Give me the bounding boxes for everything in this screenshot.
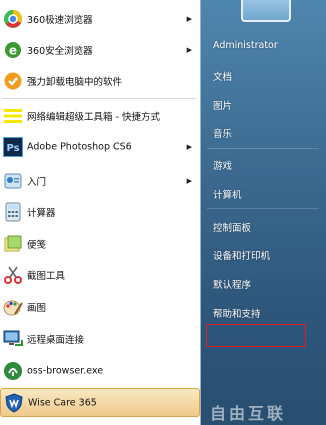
chrome-like-icon xyxy=(3,9,23,29)
toolbox-icon xyxy=(3,106,23,126)
right-item-control-panel[interactable]: 控制面板 xyxy=(213,220,251,234)
getting-started-icon xyxy=(3,171,23,191)
oss-browser-icon xyxy=(3,361,23,381)
snipping-tool-icon xyxy=(3,265,23,285)
right-item-devices-printers[interactable]: 设备和打印机 xyxy=(213,248,270,262)
ie-like-icon: e xyxy=(3,40,23,60)
right-item-music[interactable]: 音乐 xyxy=(213,126,232,140)
right-item-help-support[interactable]: 帮助和支持 xyxy=(213,306,261,320)
right-item-documents[interactable]: 文档 xyxy=(213,69,232,83)
program-label: 强力卸载电脑中的软件 xyxy=(27,77,123,88)
start-menu: 360极速浏览器 ▶ e 360安全浏览器 ▶ 强力卸载电脑中的软件 网络编辑超… xyxy=(0,0,326,425)
program-item-toolbox-shortcut[interactable]: 网络编辑超级工具箱 - 快捷方式 xyxy=(0,101,200,131)
program-label: 计算器 xyxy=(27,208,56,219)
program-label: 360安全浏览器 xyxy=(27,46,93,57)
program-item-oss-browser[interactable]: oss-browser.exe xyxy=(0,356,200,386)
program-label: 远程桌面连接 xyxy=(27,335,85,346)
right-item-pictures[interactable]: 图片 xyxy=(213,98,232,112)
submenu-arrow-icon: ▶ xyxy=(186,143,192,151)
program-item-360-safe-browser[interactable]: e 360安全浏览器 ▶ xyxy=(0,35,200,65)
program-label: 入门 xyxy=(27,177,47,188)
right-pane: Administrator 文档 图片 音乐 游戏 计算机 控制面板 设备和打印… xyxy=(201,0,326,425)
program-label: 画图 xyxy=(27,303,47,314)
submenu-arrow-icon: ▶ xyxy=(186,46,192,54)
program-item-getting-started[interactable]: 入门 ▶ xyxy=(0,166,200,196)
program-item-wise-care[interactable]: Wise Care 365 xyxy=(0,388,200,417)
divider xyxy=(2,98,196,99)
program-item-sticky-notes[interactable]: 便笺 xyxy=(0,229,200,259)
programs-pane: 360极速浏览器 ▶ e 360安全浏览器 ▶ 强力卸载电脑中的软件 网络编辑超… xyxy=(0,0,201,425)
program-label: 360极速浏览器 xyxy=(27,15,93,26)
submenu-arrow-icon: ▶ xyxy=(186,177,192,185)
program-item-photoshop[interactable]: Ps Adobe Photoshop CS6 ▶ xyxy=(0,132,200,162)
program-label: oss-browser.exe xyxy=(27,365,104,377)
program-label: Wise Care 365 xyxy=(28,397,97,408)
program-label: 网络编辑超级工具箱 - 快捷方式 xyxy=(27,112,160,123)
calculator-icon xyxy=(3,202,23,222)
wise-care-icon xyxy=(4,392,24,413)
svg-text:Ps: Ps xyxy=(6,143,19,154)
highlight-box xyxy=(206,324,306,347)
remote-desktop-icon xyxy=(3,329,23,349)
program-label: Adobe Photoshop CS6 xyxy=(27,141,132,153)
right-item-username[interactable]: Administrator xyxy=(213,40,278,51)
program-item-calculator[interactable]: 计算器 xyxy=(0,197,200,227)
sticky-notes-icon xyxy=(3,234,23,254)
program-item-360-speed-browser[interactable]: 360极速浏览器 ▶ xyxy=(0,4,200,34)
paint-icon xyxy=(3,297,23,317)
divider xyxy=(207,208,319,209)
program-item-remote-desktop[interactable]: 远程桌面连接 xyxy=(0,324,200,354)
user-avatar[interactable] xyxy=(241,0,291,22)
program-label: 便笺 xyxy=(27,240,47,251)
submenu-arrow-icon: ▶ xyxy=(186,15,192,23)
uninstall-icon xyxy=(3,71,23,91)
watermark: 自由互联 xyxy=(210,404,287,423)
svg-text:e: e xyxy=(9,44,17,58)
program-item-uninstaller[interactable]: 强力卸载电脑中的软件 xyxy=(0,66,200,96)
right-item-computer[interactable]: 计算机 xyxy=(213,187,242,201)
photoshop-icon: Ps xyxy=(3,137,23,157)
right-item-games[interactable]: 游戏 xyxy=(213,158,232,172)
program-label: 截图工具 xyxy=(27,271,66,282)
program-item-paint[interactable]: 画图 xyxy=(0,292,200,322)
right-item-default-programs[interactable]: 默认程序 xyxy=(213,277,251,291)
program-item-snipping-tool[interactable]: 截图工具 xyxy=(0,260,200,290)
divider xyxy=(207,148,319,149)
